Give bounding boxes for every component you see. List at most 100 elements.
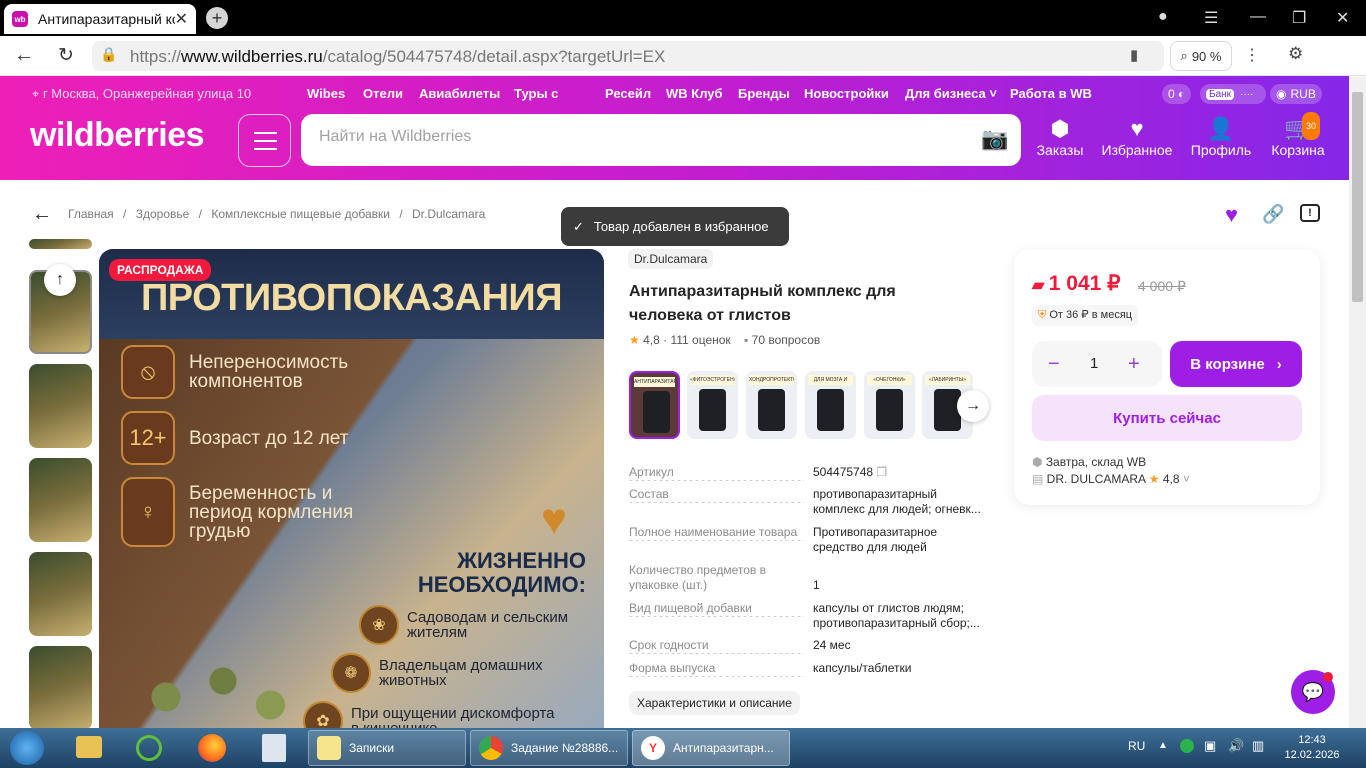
scroll-up-arrow-icon[interactable]: ↑ bbox=[44, 264, 76, 296]
product-main-image[interactable]: РАСПРОДАЖА ПРОТИВОПОКАЗАНИЯ ⦸ Непереносим… bbox=[99, 249, 604, 729]
cart-icon: 🛒 30 bbox=[1260, 112, 1336, 142]
restore-icon[interactable]: ❐ bbox=[1292, 8, 1306, 28]
crumb-health[interactable]: Здоровье bbox=[136, 207, 190, 221]
shield-icon: ⛨ bbox=[1038, 309, 1050, 321]
rating-value[interactable]: 4,8 bbox=[643, 333, 660, 347]
spec-key: Состав bbox=[629, 487, 673, 501]
nav-link-tours[interactable]: Туры с bbox=[514, 86, 558, 101]
browser-tab-active[interactable]: wb Антипаразитарный ко ✕ bbox=[4, 4, 196, 34]
crumb-home[interactable]: Главная bbox=[68, 207, 114, 221]
taskbar-item-chrome[interactable]: Задание №28886... bbox=[470, 730, 628, 766]
lock-icon[interactable]: 🔒 bbox=[100, 46, 117, 63]
cart-button[interactable]: 🛒 30 Корзина bbox=[1260, 112, 1336, 158]
buy-now-button[interactable]: Купить сейчас bbox=[1032, 395, 1302, 441]
thumbnail[interactable] bbox=[29, 458, 92, 542]
nav-link-newbuilds[interactable]: Новостройки bbox=[804, 86, 889, 101]
nav-link-wibes[interactable]: Wibes bbox=[307, 86, 345, 101]
variant[interactable]: «ОЧЕГОНКИ» bbox=[864, 371, 915, 439]
profile-icon[interactable]: ● bbox=[1158, 8, 1168, 26]
explorer-icon[interactable] bbox=[76, 736, 102, 758]
characteristics-button[interactable]: Характеристики и описание bbox=[629, 691, 800, 715]
qty-value[interactable]: 1 bbox=[1090, 355, 1098, 372]
minimize-icon[interactable]: — bbox=[1250, 8, 1266, 26]
thumbnail[interactable] bbox=[29, 552, 92, 636]
page-scrollbar[interactable] bbox=[1349, 76, 1366, 728]
location-link[interactable]: ⌖ г Москва, Оранжерейная улица 10 bbox=[32, 86, 251, 102]
variants-next-arrow-icon[interactable]: → bbox=[957, 390, 989, 422]
nav-link-hotels[interactable]: Отели bbox=[363, 86, 403, 101]
nav-link-resale[interactable]: Ресейл bbox=[605, 86, 651, 101]
taskbar-label: Записки bbox=[349, 741, 395, 755]
catalog-menu-button[interactable] bbox=[238, 114, 291, 167]
reload-icon[interactable]: ↻ bbox=[58, 44, 74, 67]
orders-button[interactable]: ⬢ Заказы bbox=[1022, 116, 1098, 158]
calculator-icon[interactable] bbox=[262, 734, 286, 762]
search-bar: 📷 bbox=[301, 114, 1021, 166]
tray-device-icon[interactable]: ▣ bbox=[1204, 738, 1216, 754]
wb-logo[interactable]: wildberries bbox=[30, 116, 205, 155]
copy-icon[interactable]: ❐ bbox=[876, 465, 887, 479]
tab-close-icon[interactable]: ✕ bbox=[175, 9, 188, 29]
back-button-icon[interactable]: ← bbox=[32, 203, 52, 226]
qty-minus-button[interactable]: − bbox=[1048, 353, 1060, 376]
report-icon[interactable]: ! bbox=[1300, 204, 1320, 222]
network-icon[interactable]: ▥ bbox=[1252, 738, 1264, 754]
start-button-icon[interactable] bbox=[10, 731, 44, 765]
system-clock[interactable]: 12:43 12.02.2026 bbox=[1280, 733, 1344, 763]
taskbar-item-yandex[interactable]: Y Антипаразитарн... bbox=[632, 730, 790, 766]
chat-button[interactable]: 💬 bbox=[1291, 670, 1335, 714]
bank-pill[interactable]: Банк ···· bbox=[1200, 84, 1266, 104]
thumbnail[interactable] bbox=[29, 239, 92, 249]
variant[interactable]: ХОНДРОПРОТЕКТОР ДЛЯ СУСТАВОВ bbox=[746, 371, 797, 439]
seller-info[interactable]: ▤ DR. DULCAMARA ★ 4,8 ˅ bbox=[1032, 472, 1190, 486]
firefox-icon[interactable] bbox=[198, 734, 226, 762]
language-indicator[interactable]: RU bbox=[1128, 739, 1145, 753]
reviews-link[interactable]: 111 оценок bbox=[670, 333, 730, 347]
tray-app-icon[interactable] bbox=[1180, 739, 1194, 753]
currency-pill[interactable]: ◉ RUB bbox=[1270, 84, 1322, 104]
extension-icon[interactable]: ⚙ bbox=[1288, 44, 1303, 64]
qty-plus-button[interactable]: + bbox=[1128, 353, 1140, 376]
brand-chip[interactable]: Dr.Dulcamara bbox=[628, 249, 714, 269]
taskbar: Записки Задание №28886... Y Антипаразитар… bbox=[0, 728, 1366, 768]
crumb-supplements[interactable]: Комплексные пищевые добавки bbox=[211, 207, 390, 221]
thumbnail[interactable] bbox=[29, 364, 92, 448]
jar-icon bbox=[758, 389, 785, 431]
variant-selected[interactable]: АНТИПАРАЗИТАРНЫЙ bbox=[629, 371, 680, 439]
yandex-icon: Y bbox=[641, 736, 665, 760]
volume-icon[interactable]: 🔊 bbox=[1228, 738, 1244, 754]
group-item: ✿ При ощущении дискомфорта в кишечнике bbox=[303, 701, 561, 729]
balance-pill[interactable]: 0 ◐ bbox=[1162, 84, 1191, 104]
bookmark-icon[interactable]: ▮ bbox=[1130, 46, 1138, 64]
credit-badge[interactable]: ⛨ От 36 ₽ в месяц bbox=[1032, 305, 1139, 326]
scrollbar-thumb[interactable] bbox=[1352, 92, 1363, 302]
app-icon[interactable] bbox=[136, 735, 162, 761]
tray-expand-icon[interactable]: ▲ bbox=[1158, 740, 1168, 751]
favorite-heart-icon[interactable]: ♥ bbox=[1225, 202, 1238, 228]
in-cart-button[interactable]: В корзине › bbox=[1170, 341, 1302, 387]
thumbnail[interactable] bbox=[29, 646, 92, 730]
zoom-indicator[interactable]: ⌕ 90 % bbox=[1170, 41, 1232, 71]
cart-label: Корзина bbox=[1271, 142, 1325, 158]
favorites-button[interactable]: ♥ Избранное bbox=[1099, 116, 1175, 158]
url-text[interactable]: https://www.wildberries.ru/catalog/50447… bbox=[130, 47, 665, 67]
questions-link[interactable]: 70 вопросов bbox=[752, 333, 821, 347]
variant[interactable]: ДЛЯ МОЗГА И ПАМЯТИ bbox=[805, 371, 856, 439]
nav-link-avia[interactable]: Авиабилеты bbox=[419, 86, 500, 101]
new-tab-button[interactable]: + bbox=[206, 7, 228, 29]
back-arrow-icon[interactable]: ← bbox=[14, 44, 34, 67]
more-menu-icon[interactable]: ⋮ bbox=[1244, 45, 1260, 65]
nav-link-brands[interactable]: Бренды bbox=[738, 86, 790, 101]
menu-icon[interactable]: ☰ bbox=[1204, 8, 1218, 28]
share-link-icon[interactable]: 🔗 bbox=[1262, 204, 1284, 225]
taskbar-item-notes[interactable]: Записки bbox=[308, 730, 466, 766]
nav-link-jobs[interactable]: Работа в WB bbox=[1010, 86, 1092, 101]
close-window-icon[interactable]: ✕ bbox=[1336, 8, 1349, 28]
camera-search-icon[interactable]: 📷 bbox=[981, 126, 1008, 152]
variant[interactable]: «ФИТОЭСТРОГЕН» ДЛЯ ЖЕНЩИН bbox=[687, 371, 738, 439]
profile-button[interactable]: 👤 Профиль bbox=[1176, 116, 1266, 158]
search-input[interactable] bbox=[319, 128, 959, 146]
nav-link-wbclub[interactable]: WB Клуб bbox=[666, 86, 723, 101]
crumb-brand[interactable]: Dr.Dulcamara bbox=[412, 207, 485, 221]
nav-link-business[interactable]: Для бизнеса ˅ bbox=[905, 86, 997, 101]
